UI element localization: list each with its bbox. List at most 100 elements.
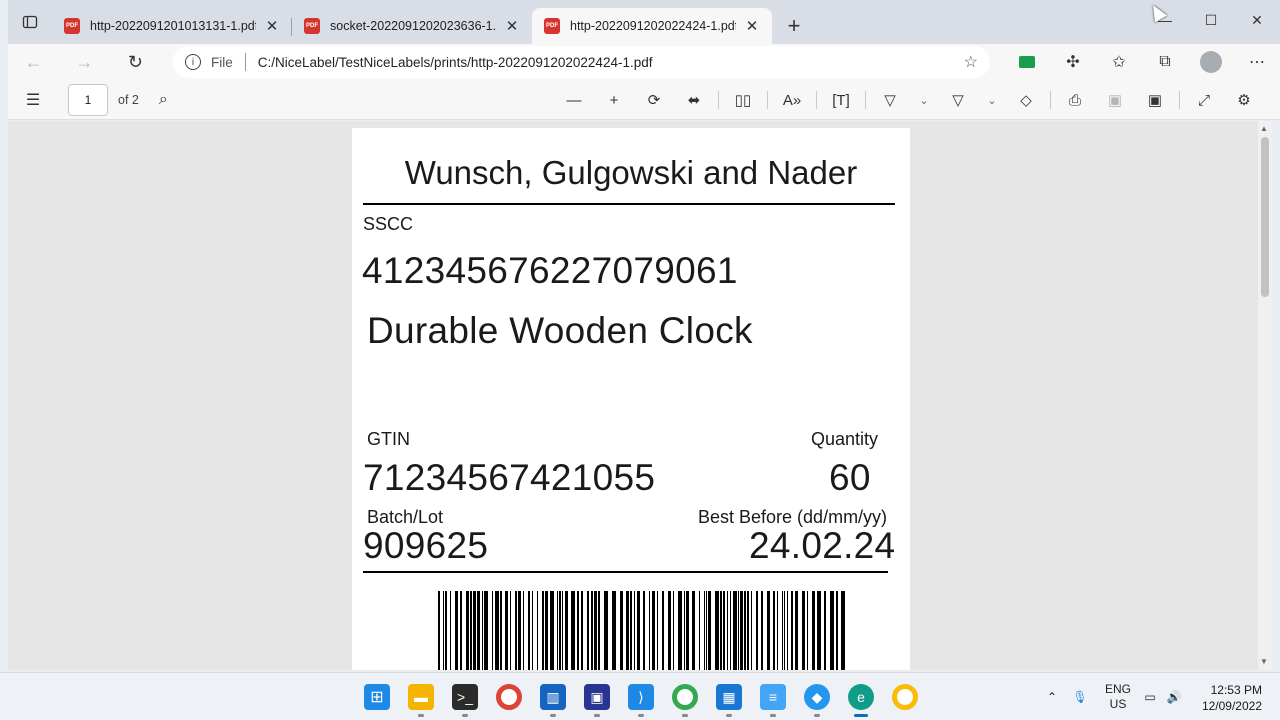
- fullscreen-icon[interactable]: ⤢: [1184, 84, 1224, 116]
- scroll-up-icon[interactable]: ▲: [1260, 124, 1268, 133]
- refresh-button[interactable]: ↻: [118, 46, 153, 78]
- pdf-viewer[interactable]: Wunsch, Gulgowski and Nader SSCC 4123456…: [8, 121, 1272, 670]
- barcode-bar: [730, 591, 731, 670]
- tab-strip: PDF http-2022091201013131-1.pdf ✕ PDF so…: [8, 0, 1280, 44]
- browser-tab-1[interactable]: PDF http-2022091201013131-1.pdf ✕: [52, 8, 292, 44]
- barcode-bar: [455, 591, 458, 670]
- running-indicator: [770, 714, 776, 717]
- rotate-icon[interactable]: ⟳: [634, 84, 674, 116]
- extension-green-icon[interactable]: [1004, 46, 1050, 78]
- read-aloud-icon[interactable]: A»: [772, 84, 812, 116]
- more-menu-icon[interactable]: ⋯: [1234, 46, 1280, 78]
- divider: [718, 91, 719, 109]
- print-icon[interactable]: ⎙: [1055, 84, 1095, 116]
- save-as-icon[interactable]: ▣: [1135, 84, 1175, 116]
- collections-icon[interactable]: ⧉: [1142, 46, 1188, 78]
- vertical-scrollbar[interactable]: ▲ ▼: [1258, 121, 1272, 670]
- close-tab-icon[interactable]: ✕: [502, 16, 522, 36]
- close-tab-icon[interactable]: ✕: [262, 16, 282, 36]
- start-windows-icon[interactable]: ⊞: [364, 684, 390, 710]
- settings-gear-icon[interactable]: ⚙: [1224, 84, 1264, 116]
- zoom-in-icon[interactable]: +: [594, 84, 634, 116]
- browser-tab-2[interactable]: PDF socket-2022091202023636-1.pdf ✕: [291, 8, 532, 44]
- barcode-bar: [657, 591, 658, 670]
- info-icon[interactable]: i: [184, 54, 201, 70]
- docker-icon[interactable]: ◆: [804, 684, 830, 710]
- draw-options-chevron-icon[interactable]: ⌄: [910, 84, 938, 116]
- address-bar[interactable]: i File C:/NiceLabel/TestNiceLabels/print…: [172, 46, 990, 78]
- barcode-bar: [668, 591, 671, 670]
- barcode-bar: [594, 591, 597, 670]
- edge-icon[interactable]: e: [848, 684, 874, 710]
- browser-tab-3-active[interactable]: PDF http-2022091202022424-1.pdf ✕: [532, 8, 772, 44]
- barcode-bar: [706, 591, 707, 670]
- notepad-icon[interactable]: ≡: [760, 684, 786, 710]
- barcode-bar: [528, 591, 530, 670]
- batch-value: 909625: [363, 525, 489, 566]
- forward-button[interactable]: →: [67, 46, 102, 78]
- vscode-icon[interactable]: ⟩: [628, 684, 654, 710]
- favorites-icon[interactable]: ✩: [1096, 46, 1142, 78]
- fit-width-icon[interactable]: ⬌: [674, 84, 714, 116]
- file-explorer-icon[interactable]: ▬: [408, 684, 434, 710]
- search-icon[interactable]: ⌕: [159, 91, 168, 109]
- close-window-icon[interactable]: ✕: [1234, 0, 1280, 40]
- chrome-alt-icon[interactable]: [892, 684, 918, 710]
- scroll-down-icon[interactable]: ▼: [1260, 657, 1268, 666]
- extensions-puzzle-icon[interactable]: ✣: [1050, 46, 1096, 78]
- barcode-bar: [537, 591, 538, 670]
- barcode-bar: [557, 591, 558, 670]
- barcode-bar: [692, 591, 695, 670]
- barcode-bar: [577, 591, 579, 670]
- back-button[interactable]: ←: [16, 46, 51, 78]
- divider: [1179, 91, 1180, 109]
- language-indicator[interactable]: ENG US: [1098, 682, 1138, 712]
- barcode-app-icon[interactable]: ▥: [540, 684, 566, 710]
- save-icon[interactable]: ▣: [1095, 84, 1135, 116]
- chart-app-icon[interactable]: ▦: [716, 684, 742, 710]
- erase-icon[interactable]: ◇: [1006, 84, 1046, 116]
- barcode-bar: [612, 591, 616, 670]
- scroll-thumb[interactable]: [1261, 137, 1269, 297]
- divider: [865, 91, 866, 109]
- draw-icon[interactable]: ▽: [870, 84, 910, 116]
- best-before-value: 24.02.24: [749, 525, 896, 566]
- profile-avatar[interactable]: [1188, 46, 1234, 78]
- tab-actions-button[interactable]: [8, 0, 52, 44]
- barcode-bar: [500, 591, 502, 670]
- barcode-bar: [643, 591, 645, 670]
- add-favorite-icon[interactable]: ☆: [964, 52, 978, 72]
- barcode-bar: [587, 591, 589, 670]
- network-icon[interactable]: ▭: [1138, 690, 1162, 704]
- pdf-toolbar: ☰ 1 of 2 ⌕ — + ⟳ ⬌ ▯▯ A» [T] ▽ ⌄ ▽ ⌄ ◇ ⎙…: [8, 80, 1280, 120]
- add-text-icon[interactable]: [T]: [821, 84, 861, 116]
- highlight-icon[interactable]: ▽: [938, 84, 978, 116]
- chrome-icon[interactable]: [496, 684, 522, 710]
- tab-actions-icon: [22, 15, 38, 29]
- barcode-bar: [782, 591, 783, 670]
- chevron-up-icon[interactable]: ⌃: [1042, 690, 1062, 704]
- barcode-bar: [787, 591, 788, 670]
- barcode-bar: [484, 591, 488, 670]
- terminal-icon[interactable]: >_: [452, 684, 478, 710]
- close-tab-icon[interactable]: ✕: [742, 16, 762, 36]
- maximize-icon[interactable]: ☐: [1188, 0, 1234, 40]
- barcode-bar: [649, 591, 650, 670]
- barcode-bar: [559, 591, 561, 670]
- microphone-icon[interactable]: 🎙: [1062, 690, 1098, 704]
- barcode-bar: [733, 591, 737, 670]
- divider-line: [363, 571, 888, 573]
- new-tab-button[interactable]: +: [776, 8, 812, 44]
- volume-icon[interactable]: 🔊: [1162, 690, 1186, 704]
- chrome-profile-icon[interactable]: [672, 684, 698, 710]
- system-clock[interactable]: 12:53 PM 12/09/2022: [1202, 682, 1262, 714]
- url-text[interactable]: C:/NiceLabel/TestNiceLabels/prints/http-…: [258, 55, 964, 70]
- pdf-tool-group: — + ⟳ ⬌ ▯▯ A» [T] ▽ ⌄ ▽ ⌄ ◇ ⎙ ▣ ▣ ⤢ ⚙: [554, 80, 1264, 120]
- barcode-bar: [738, 591, 739, 670]
- page-view-icon[interactable]: ▯▯: [723, 84, 763, 116]
- zoom-out-icon[interactable]: —: [554, 84, 594, 116]
- page-number-input[interactable]: 1: [68, 83, 108, 116]
- highlight-options-chevron-icon[interactable]: ⌄: [978, 84, 1006, 116]
- nicelabel-app-icon[interactable]: ▣: [584, 684, 610, 710]
- table-of-contents-icon[interactable]: ☰: [18, 90, 48, 110]
